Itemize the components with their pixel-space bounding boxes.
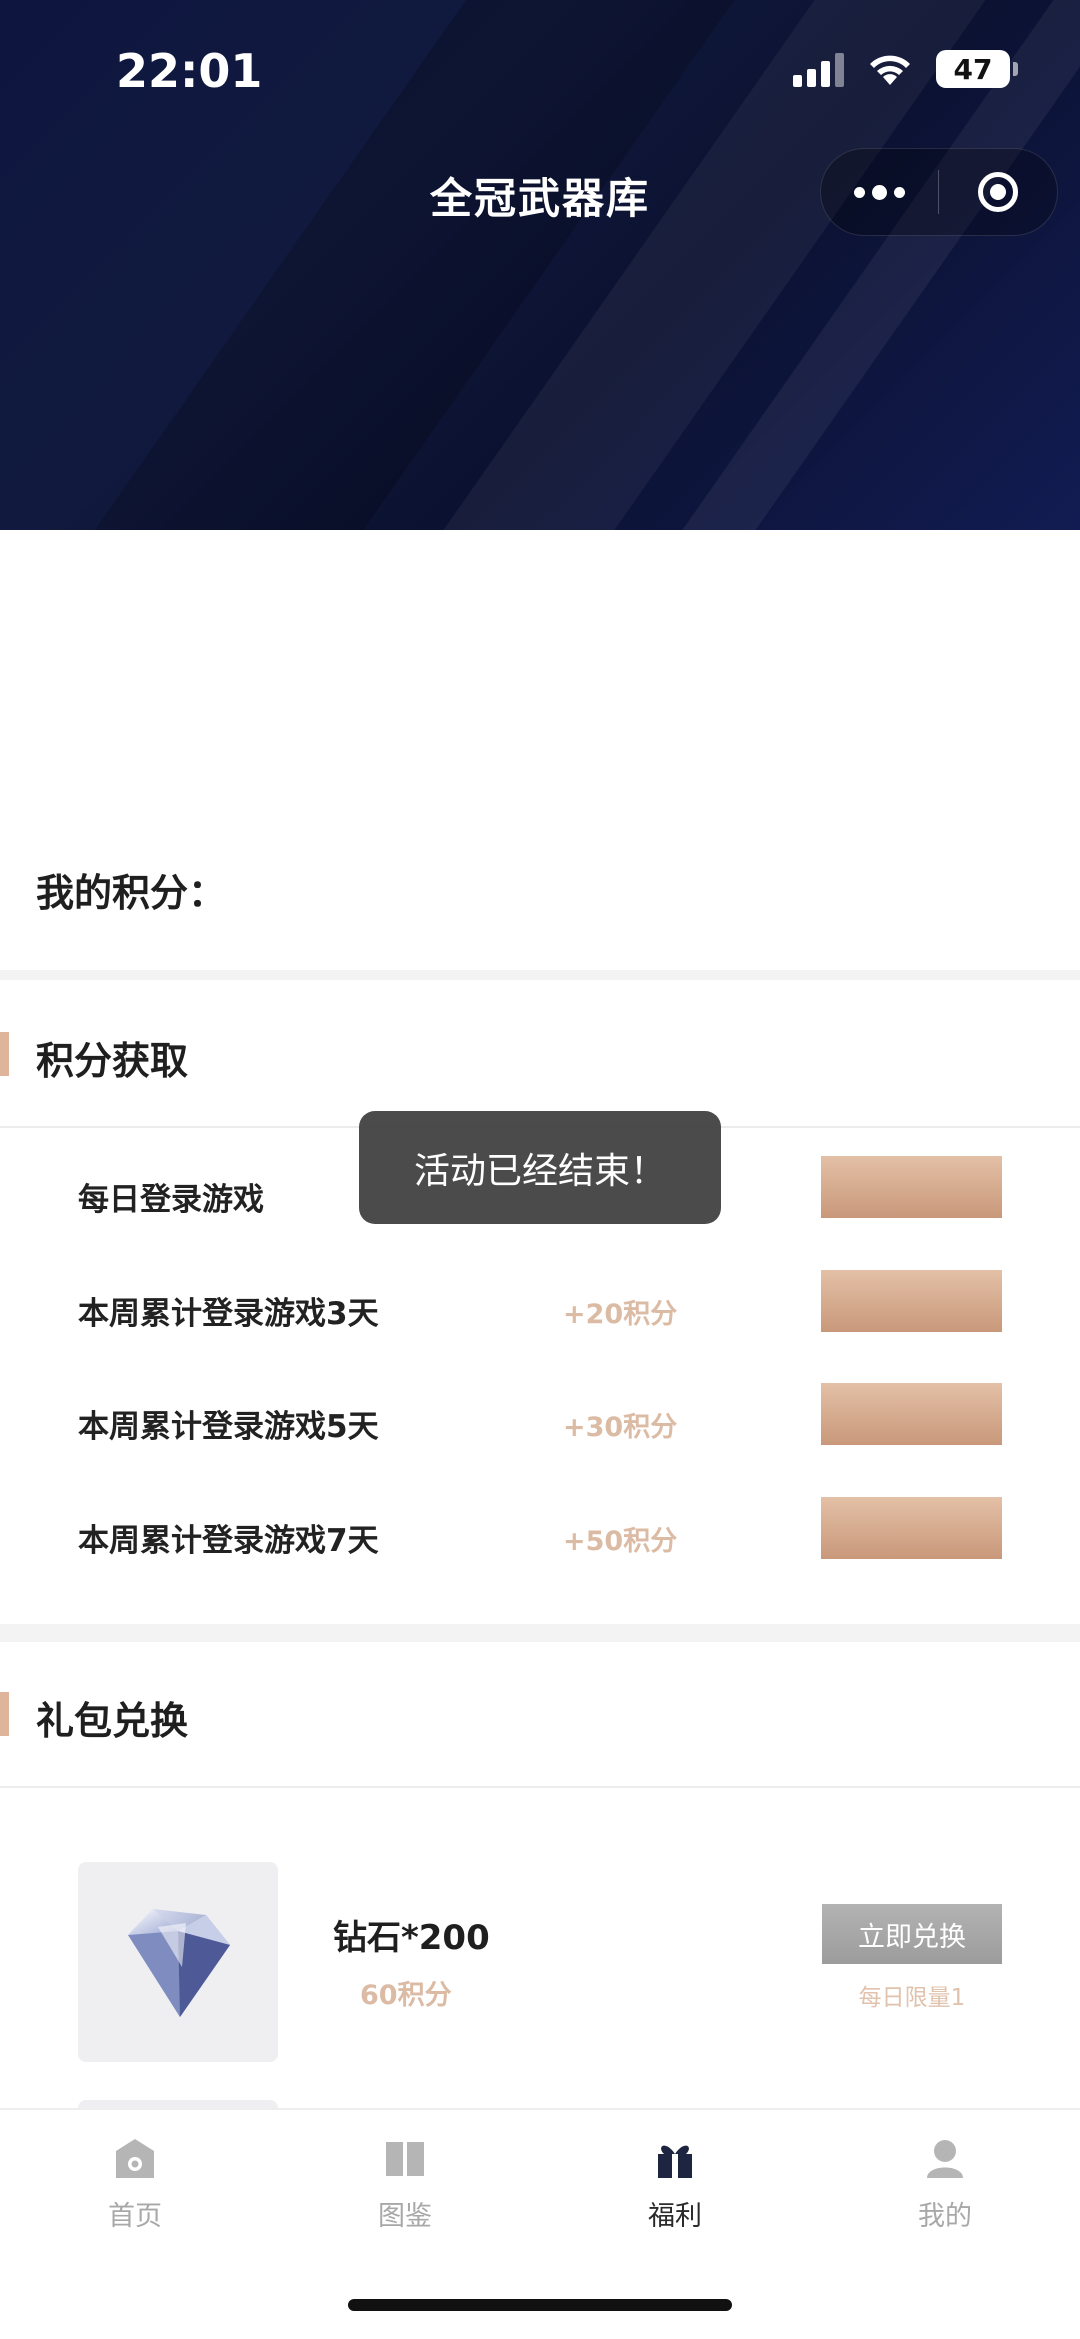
gift-icon	[658, 2145, 692, 2178]
gift-cost: 60积分	[360, 1980, 452, 2011]
battery-icon: 47	[936, 50, 1018, 88]
home-icon	[116, 2139, 154, 2178]
gift-name: 钻石*200	[333, 1918, 490, 1958]
user-icon	[927, 2140, 963, 2178]
section-divider	[0, 1624, 1080, 1642]
toast-message: 活动已经结束！	[359, 1111, 721, 1224]
task-points: +20积分	[563, 1299, 678, 1330]
status-icons: 47	[793, 50, 1018, 88]
tab-welfare[interactable]: 福利	[540, 2136, 810, 2233]
tab-label: 图鉴	[378, 2201, 432, 2232]
task-points: +30积分	[563, 1412, 678, 1443]
task-name: 本周累计登录游戏3天	[78, 1296, 379, 1332]
book-icon	[386, 2142, 424, 2176]
task-points: +50积分	[563, 1526, 678, 1557]
tab-mine[interactable]: 我的	[810, 2136, 1080, 2233]
status-time: 22:01	[116, 44, 263, 98]
tab-label: 福利	[648, 2201, 702, 2232]
wifi-icon	[870, 55, 910, 85]
diamond-icon	[128, 1909, 230, 2017]
section-divider	[0, 970, 1080, 980]
claim-button[interactable]	[821, 1156, 1002, 1218]
section-accent-bar	[0, 1032, 9, 1076]
claim-button[interactable]	[821, 1497, 1002, 1559]
tab-gallery[interactable]: 图鉴	[270, 2136, 540, 2233]
task-name: 每日登录游戏	[78, 1182, 264, 1218]
task-row: 本周累计登录游戏3天 +20积分	[0, 1268, 1080, 1348]
task-name: 本周累计登录游戏5天	[78, 1409, 379, 1445]
header-banner: 22:01 47 全冠武器库	[0, 0, 1080, 530]
redeem-section-title: 礼包兑换	[36, 1699, 189, 1743]
claim-button[interactable]	[821, 1270, 1002, 1332]
earn-section-title: 积分获取	[36, 1039, 189, 1083]
tab-label: 首页	[108, 2201, 162, 2232]
task-row: 本周累计登录游戏5天 +30积分	[0, 1381, 1080, 1461]
claim-button[interactable]	[821, 1383, 1002, 1445]
redeem-button[interactable]: 立即兑换	[822, 1904, 1002, 1964]
gift-thumbnail[interactable]	[78, 1862, 278, 2062]
cellular-signal-icon	[793, 51, 844, 87]
my-points-label: 我的积分：	[36, 871, 227, 915]
section-accent-bar	[0, 1692, 9, 1736]
tab-home[interactable]: 首页	[0, 2136, 270, 2233]
close-miniprogram-button[interactable]	[939, 172, 1057, 212]
home-indicator[interactable]	[348, 2299, 732, 2311]
task-name: 本周累计登录游戏7天	[78, 1523, 379, 1559]
miniprogram-capsule	[820, 148, 1058, 236]
more-options-button[interactable]	[821, 184, 938, 200]
target-icon	[978, 172, 1018, 212]
daily-limit-text: 每日限量1	[858, 1985, 966, 2011]
section-divider	[0, 1786, 1080, 1788]
task-row: 本周累计登录游戏7天 +50积分	[0, 1495, 1080, 1575]
tab-label: 我的	[918, 2201, 972, 2232]
